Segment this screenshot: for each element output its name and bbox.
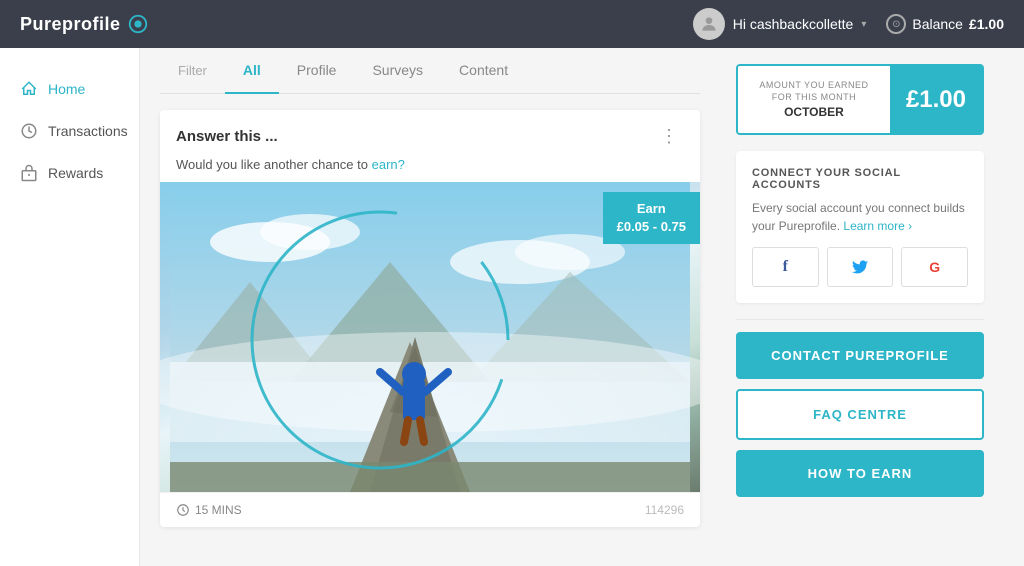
sidebar-label-rewards: Rewards	[48, 165, 103, 181]
top-navigation: Pureprofile Hi cashbackcollette ▾ ⊙ Bala…	[0, 0, 1024, 48]
sidebar-item-home[interactable]: Home	[0, 68, 139, 110]
content-area: Filter All Profile Surveys Content Answe…	[140, 48, 720, 566]
sidebar-label-transactions: Transactions	[48, 123, 128, 139]
card-header: Answer this ... ⋮	[160, 110, 700, 157]
logo: Pureprofile	[20, 13, 149, 35]
card-subtitle: Would you like another chance to earn?	[160, 157, 700, 182]
card-menu-icon[interactable]: ⋮	[654, 124, 684, 149]
earnings-label: AMOUNT YOU EARNED FOR THIS MONTH OCTOBER	[738, 66, 890, 133]
main-wrapper: Filter All Profile Surveys Content Answe…	[140, 48, 1024, 566]
earnings-top-text: AMOUNT YOU EARNED FOR THIS MONTH	[750, 80, 878, 103]
time-label: 15 MINS	[195, 503, 242, 517]
sidebar-item-transactions[interactable]: Transactions	[0, 110, 139, 152]
earn-amount: £0.05 - 0.75	[617, 218, 686, 236]
social-title: CONNECT YOUR SOCIAL ACCOUNTS	[752, 167, 968, 191]
feed-card: Answer this ... ⋮ Would you like another…	[160, 110, 700, 527]
twitter-button[interactable]	[827, 247, 894, 287]
clock-icon	[176, 503, 190, 517]
tab-surveys[interactable]: Surveys	[354, 48, 441, 94]
sidebar: Home Transactions Rewards	[0, 48, 140, 566]
how-to-earn-button[interactable]: HOW TO EARN	[736, 450, 984, 497]
learn-more-link[interactable]: Learn more ›	[843, 219, 912, 233]
balance-amount: £1.00	[969, 16, 1004, 32]
balance-label: Balance	[912, 16, 963, 32]
social-description: Every social account you connect builds …	[752, 199, 968, 235]
nav-right: Hi cashbackcollette ▾ ⊙ Balance £1.00	[693, 8, 1004, 40]
card-title: Answer this ...	[176, 128, 278, 145]
social-connect-card: CONNECT YOUR SOCIAL ACCOUNTS Every socia…	[736, 151, 984, 303]
tab-profile[interactable]: Profile	[279, 48, 355, 94]
tab-content[interactable]: Content	[441, 48, 526, 94]
logo-text: Pureprofile	[20, 14, 121, 35]
right-panel: AMOUNT YOU EARNED FOR THIS MONTH OCTOBER…	[720, 48, 1000, 566]
home-icon	[20, 80, 38, 98]
earn-link[interactable]: earn?	[372, 157, 405, 172]
rewards-icon	[20, 164, 38, 182]
sidebar-item-rewards[interactable]: Rewards	[0, 152, 139, 194]
earnings-value: £1.00	[906, 86, 966, 114]
filter-label: Filter	[160, 49, 225, 94]
earn-label: Earn	[617, 200, 686, 218]
facebook-button[interactable]: f	[752, 247, 819, 287]
card-id: 114296	[645, 503, 684, 517]
contact-pureprofile-button[interactable]: CONTACT PUREPROFILE	[736, 332, 984, 379]
logo-icon	[127, 13, 149, 35]
faq-centre-button[interactable]: FAQ CENTRE	[736, 389, 984, 440]
sidebar-label-home: Home	[48, 81, 85, 97]
social-buttons-group: f G	[752, 247, 968, 287]
google-button[interactable]: G	[901, 247, 968, 287]
user-menu[interactable]: Hi cashbackcollette ▾	[693, 8, 867, 40]
card-footer: 15 MINS 114296	[160, 492, 700, 527]
earn-badge: Earn £0.05 - 0.75	[603, 192, 700, 244]
filter-tabs: Filter All Profile Surveys Content	[160, 48, 700, 94]
earnings-amount: £1.00	[890, 66, 982, 133]
chevron-down-icon: ▾	[861, 19, 866, 30]
transactions-icon	[20, 122, 38, 140]
balance-icon: ⊙	[886, 14, 906, 34]
balance-display: ⊙ Balance £1.00	[886, 14, 1004, 34]
image-background: Earn £0.05 - 0.75	[160, 182, 700, 492]
card-image: Earn £0.05 - 0.75	[160, 182, 700, 492]
divider	[736, 319, 984, 320]
avatar	[693, 8, 725, 40]
earnings-month: OCTOBER	[750, 105, 878, 119]
tab-all[interactable]: All	[225, 48, 279, 94]
user-greeting: Hi cashbackcollette	[733, 16, 854, 32]
earnings-card: AMOUNT YOU EARNED FOR THIS MONTH OCTOBER…	[736, 64, 984, 135]
card-time: 15 MINS	[176, 503, 242, 517]
